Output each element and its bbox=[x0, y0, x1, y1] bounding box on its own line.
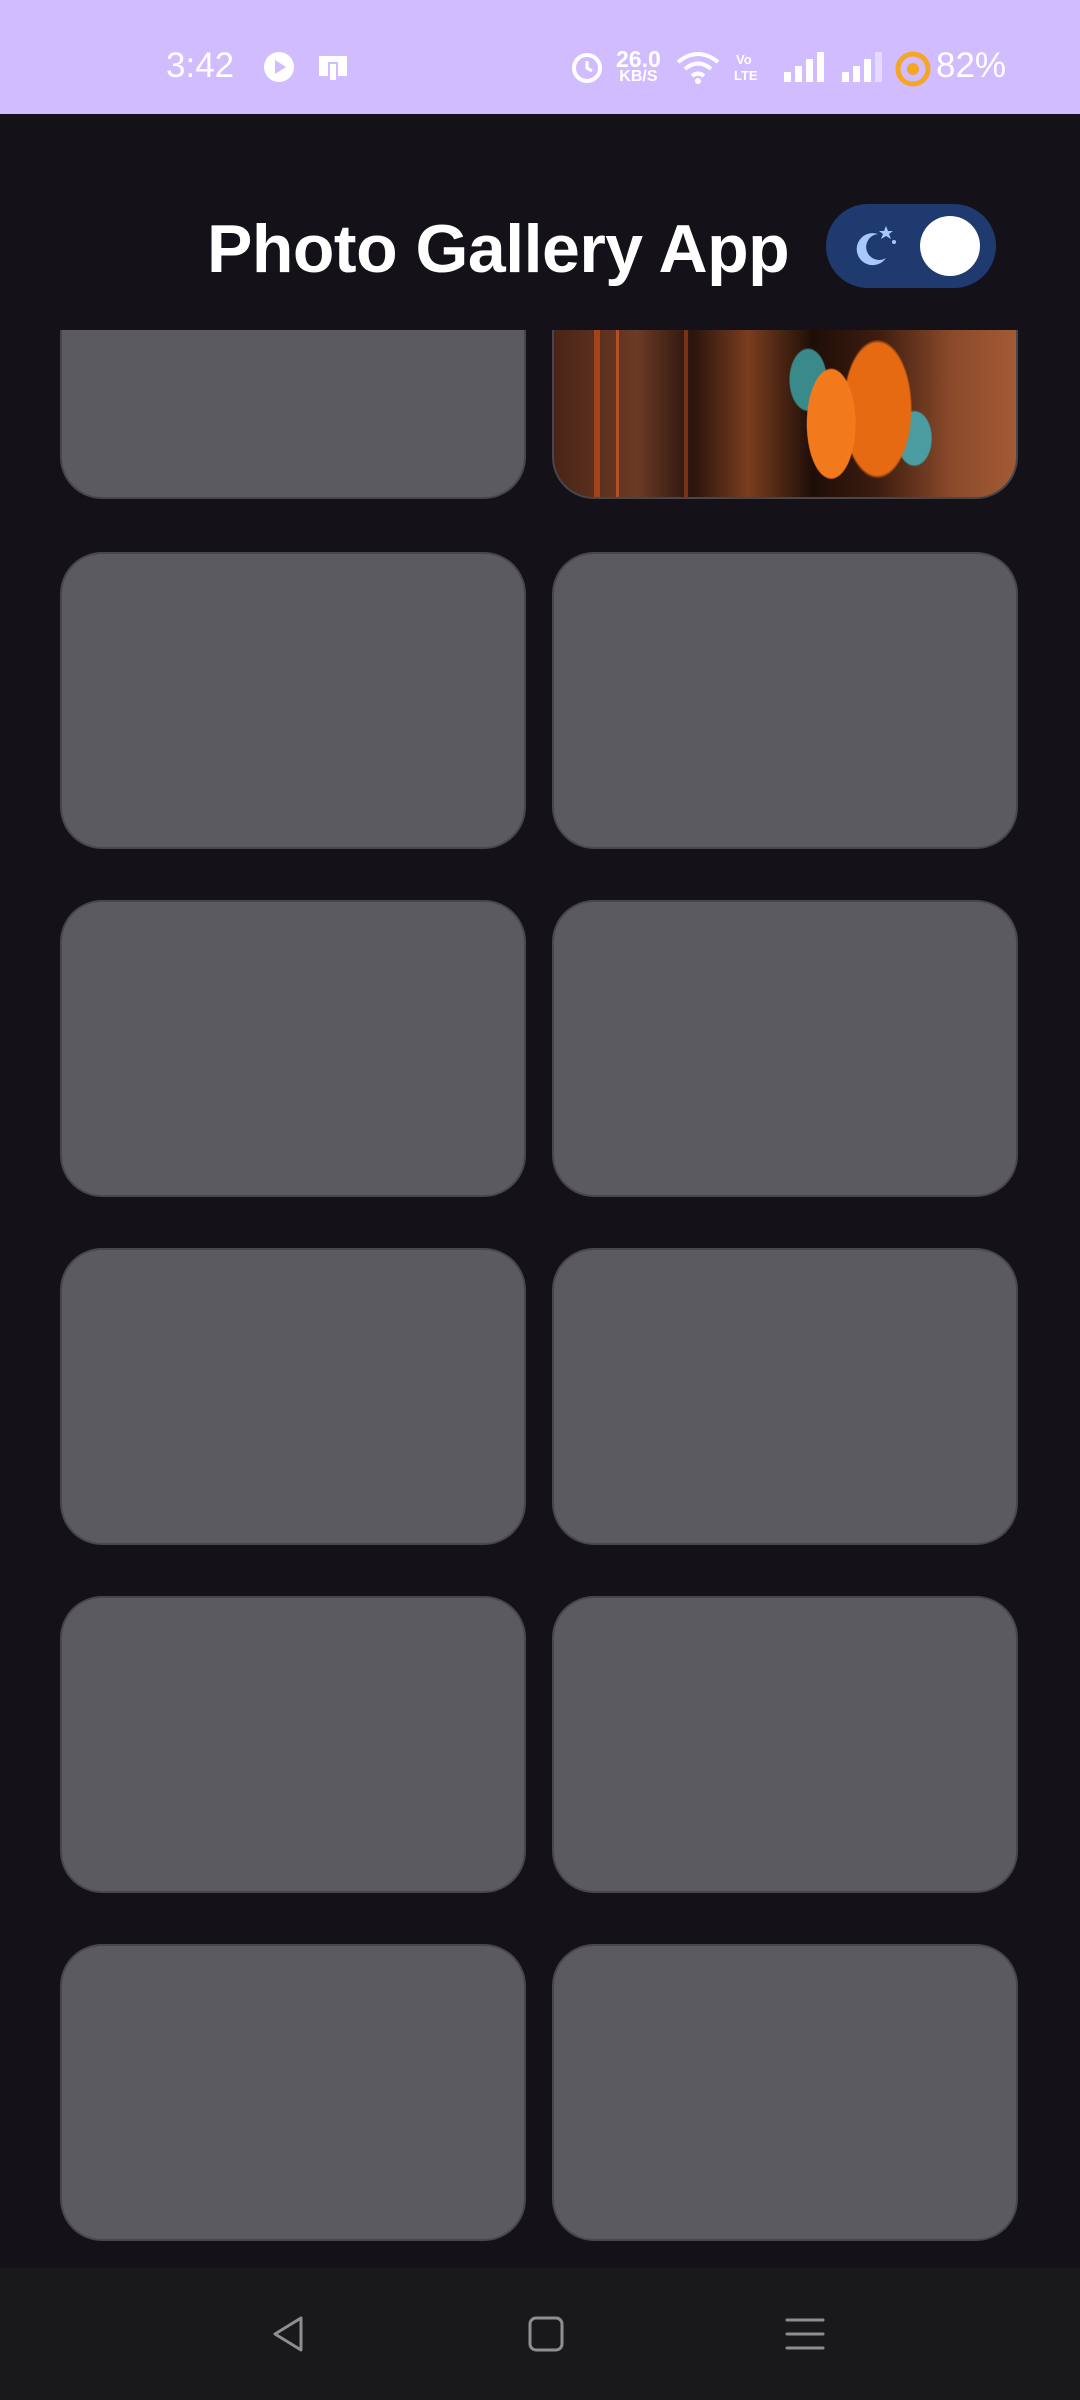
page-title: Photo Gallery App bbox=[207, 211, 790, 287]
wifi-icon bbox=[676, 52, 720, 84]
moon-stars-icon bbox=[856, 226, 896, 266]
volte-icon: Vo LTE bbox=[734, 52, 758, 83]
back-triangle-icon[interactable] bbox=[265, 2310, 313, 2358]
photo-tile-placeholder[interactable] bbox=[552, 552, 1018, 849]
toggle-knob bbox=[920, 216, 980, 276]
photo-tile-placeholder[interactable] bbox=[60, 1596, 526, 1893]
battery-level: 82% bbox=[936, 46, 1007, 85]
photo-tile-placeholder[interactable] bbox=[60, 552, 526, 849]
status-time: 3:42 bbox=[166, 46, 235, 85]
photo-tile-placeholder[interactable] bbox=[60, 330, 526, 499]
cast-icon bbox=[319, 56, 347, 82]
signal-icon-2 bbox=[842, 52, 882, 82]
photo-tile-placeholder[interactable] bbox=[60, 1248, 526, 1545]
battery-saver-icon bbox=[895, 51, 931, 87]
net-speed-value: 26.0 bbox=[616, 46, 661, 72]
media-app-icon bbox=[264, 52, 294, 82]
photo-tile-placeholder[interactable] bbox=[552, 1596, 1018, 1893]
svg-text:LTE: LTE bbox=[734, 68, 758, 83]
status-bar: 3:42 26.0 KB/S Vo LTE 82% bbox=[0, 0, 1080, 114]
net-speed-unit: KB/S bbox=[619, 68, 658, 85]
home-square-icon[interactable] bbox=[522, 2310, 570, 2358]
photo-tile-image[interactable] bbox=[552, 330, 1018, 499]
photo-grid[interactable] bbox=[0, 330, 1080, 2268]
photo-tile-placeholder[interactable] bbox=[552, 1248, 1018, 1545]
photo-tile-placeholder[interactable] bbox=[552, 900, 1018, 1197]
theme-toggle-switch[interactable] bbox=[826, 204, 996, 288]
app-header: Photo Gallery App bbox=[0, 114, 1080, 330]
menu-lines-icon[interactable] bbox=[781, 2310, 829, 2358]
net-speed: 26.0 KB/S bbox=[616, 46, 661, 86]
photo-tile-placeholder[interactable] bbox=[552, 1944, 1018, 2241]
photo-tile-placeholder[interactable] bbox=[60, 1944, 526, 2241]
photo-tile-placeholder[interactable] bbox=[60, 900, 526, 1197]
alarm-icon bbox=[572, 53, 602, 83]
svg-text:Vo: Vo bbox=[736, 52, 752, 67]
signal-icon-1 bbox=[784, 52, 824, 82]
system-nav-bar bbox=[0, 2268, 1080, 2400]
